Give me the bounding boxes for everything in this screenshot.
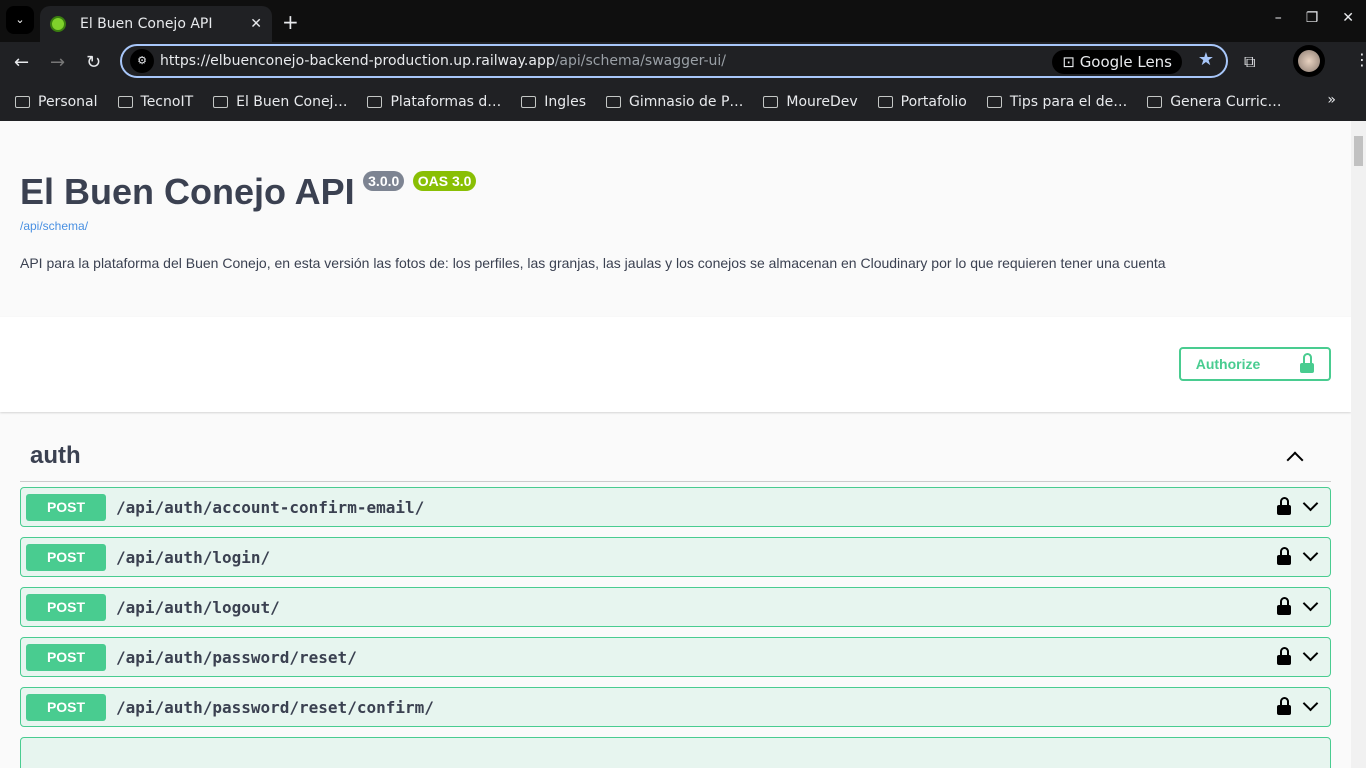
- chevron-down-icon[interactable]: [1302, 645, 1319, 661]
- operation-row[interactable]: POST/api/auth/login/: [20, 537, 1331, 577]
- chevron-down-icon[interactable]: [1302, 695, 1319, 711]
- back-button[interactable]: ←: [14, 52, 29, 73]
- operation-row[interactable]: POST/api/auth/logout/: [20, 587, 1331, 627]
- bookmark-label: Genera Curric…: [1170, 93, 1282, 110]
- url-host: https://elbuenconejo-backend-production.…: [160, 53, 555, 69]
- tab-strip: ⌄ El Buen Conejo API ✕ + – ❐ ✕: [0, 0, 1366, 42]
- bookmark-star-icon[interactable]: ★: [1198, 49, 1214, 70]
- google-lens-button[interactable]: ⊡ Google Lens: [1052, 50, 1182, 74]
- page-title: El Buen Conejo API: [20, 171, 355, 212]
- operation-partial[interactable]: [20, 737, 1331, 768]
- method-badge: POST: [26, 643, 106, 671]
- folder-icon: [367, 95, 383, 108]
- bookmark-folder[interactable]: Portafolio: [877, 93, 967, 110]
- bookmark-label: Portafolio: [900, 93, 967, 110]
- lock-icon[interactable]: [1277, 697, 1291, 715]
- browser-chrome: ⌄ El Buen Conejo API ✕ + – ❐ ✕ ← → ↻ ⚙ h…: [0, 0, 1366, 121]
- chevron-down-icon[interactable]: [1302, 595, 1319, 611]
- folder-icon: [1147, 95, 1163, 108]
- address-bar[interactable]: ⚙ https://elbuenconejo-backend-productio…: [120, 44, 1228, 78]
- lock-icon[interactable]: [1277, 647, 1291, 665]
- folder-icon: [877, 95, 893, 108]
- globe-icon: [50, 16, 66, 32]
- folder-icon: [605, 95, 621, 108]
- authorize-label: Authorize: [1195, 356, 1261, 372]
- lock-icon[interactable]: [1277, 497, 1291, 515]
- folder-icon: [521, 95, 537, 108]
- operation-path: /api/auth/logout/: [116, 597, 280, 617]
- close-window-button[interactable]: ✕: [1342, 10, 1354, 26]
- chevron-down-icon[interactable]: [1302, 495, 1319, 511]
- operation-path: /api/auth/password/reset/: [116, 647, 357, 667]
- bookmark-folder[interactable]: TecnoIT: [117, 93, 194, 110]
- menu-icon[interactable]: ⋮: [1354, 50, 1366, 69]
- url-path: /api/schema/swagger-ui/: [554, 53, 727, 69]
- forward-button[interactable]: →: [50, 52, 65, 73]
- tab-title: El Buen Conejo API: [80, 16, 213, 32]
- profile-avatar[interactable]: [1293, 45, 1325, 77]
- bookmarks-bar: Personal TecnoIT El Buen Conej… Plataformas…: [0, 82, 1366, 121]
- bookmark-folder[interactable]: Personal: [15, 94, 98, 110]
- bookmark-folder[interactable]: Plataformas d…: [367, 94, 501, 110]
- chevron-up-icon[interactable]: [1286, 451, 1304, 468]
- operation-row[interactable]: POST/api/auth/password/reset/: [20, 637, 1331, 677]
- operation-path: /api/auth/login/: [116, 547, 271, 567]
- method-badge: POST: [26, 693, 106, 721]
- reload-button[interactable]: ↻: [86, 52, 101, 73]
- operation-row[interactable]: POST/api/auth/password/reset/confirm/: [20, 687, 1331, 727]
- site-settings-icon[interactable]: ⚙: [130, 49, 154, 73]
- swagger-page: El Buen Conejo API 3.0.0 OAS 3.0 /api/sc…: [0, 121, 1351, 768]
- version-badge: 3.0.0: [363, 171, 405, 191]
- tab-active[interactable]: El Buen Conejo API ✕: [40, 6, 272, 42]
- bookmark-label: Gimnasio de P…: [628, 93, 744, 110]
- new-tab-button[interactable]: +: [282, 10, 299, 34]
- tab-search-button[interactable]: ⌄: [6, 6, 34, 34]
- method-badge: POST: [26, 593, 106, 621]
- lock-icon[interactable]: [1277, 547, 1291, 565]
- unlock-icon: [1300, 353, 1315, 373]
- tag-header-auth[interactable]: auth: [20, 412, 1331, 482]
- bookmark-folder[interactable]: MoureDev: [763, 93, 858, 110]
- folder-icon: [213, 95, 229, 108]
- chevron-down-icon[interactable]: [1302, 545, 1319, 561]
- folder-icon: [15, 95, 30, 108]
- schemes-container: Authorize: [0, 317, 1351, 412]
- operation-path: /api/auth/password/reset/confirm/: [116, 697, 434, 717]
- bookmark-label: MoureDev: [786, 93, 858, 110]
- bookmark-label: Tips para el de…: [1009, 93, 1128, 110]
- extensions-icon[interactable]: ⧉: [1244, 52, 1255, 72]
- scrollbar-thumb[interactable]: [1354, 136, 1363, 166]
- folder-icon: [986, 95, 1002, 108]
- folder-icon: [117, 95, 133, 108]
- lock-icon[interactable]: [1277, 597, 1291, 615]
- tag-name: auth: [30, 441, 81, 469]
- folder-icon: [763, 95, 779, 108]
- authorize-button[interactable]: Authorize: [1179, 347, 1331, 381]
- schema-link[interactable]: /api/schema/: [20, 219, 1331, 233]
- more-bookmarks-icon[interactable]: »: [1327, 92, 1336, 108]
- bookmark-folder[interactable]: El Buen Conej…: [213, 94, 347, 110]
- bookmark-folder[interactable]: Gimnasio de P…: [605, 93, 744, 110]
- bookmark-label: TecnoIT: [140, 93, 194, 110]
- bookmark-label: Personal: [38, 93, 98, 110]
- bookmark-label: El Buen Conej…: [236, 93, 348, 110]
- operation-path: /api/auth/account-confirm-email/: [116, 497, 425, 517]
- operation-row[interactable]: POST/api/auth/account-confirm-email/: [20, 487, 1331, 527]
- bookmark-folder[interactable]: Ingles: [521, 94, 586, 110]
- bookmark-folder[interactable]: Genera Curric…: [1147, 94, 1281, 110]
- bookmark-folder[interactable]: Tips para el de…: [986, 93, 1128, 110]
- method-badge: POST: [26, 493, 106, 521]
- method-badge: POST: [26, 543, 106, 571]
- scrollbar[interactable]: [1351, 121, 1366, 768]
- bookmark-label: Ingles: [544, 93, 586, 110]
- close-tab-icon[interactable]: ✕: [250, 16, 262, 32]
- google-lens-label: Google Lens: [1079, 53, 1172, 71]
- minimize-button[interactable]: –: [1275, 10, 1282, 26]
- oas-badge: OAS 3.0: [412, 171, 477, 191]
- api-info: El Buen Conejo API 3.0.0 OAS 3.0 /api/sc…: [0, 121, 1351, 317]
- api-description: API para la plataforma del Buen Conejo, …: [20, 255, 1166, 271]
- restore-button[interactable]: ❐: [1306, 10, 1319, 26]
- bookmark-label: Plataformas d…: [390, 93, 502, 110]
